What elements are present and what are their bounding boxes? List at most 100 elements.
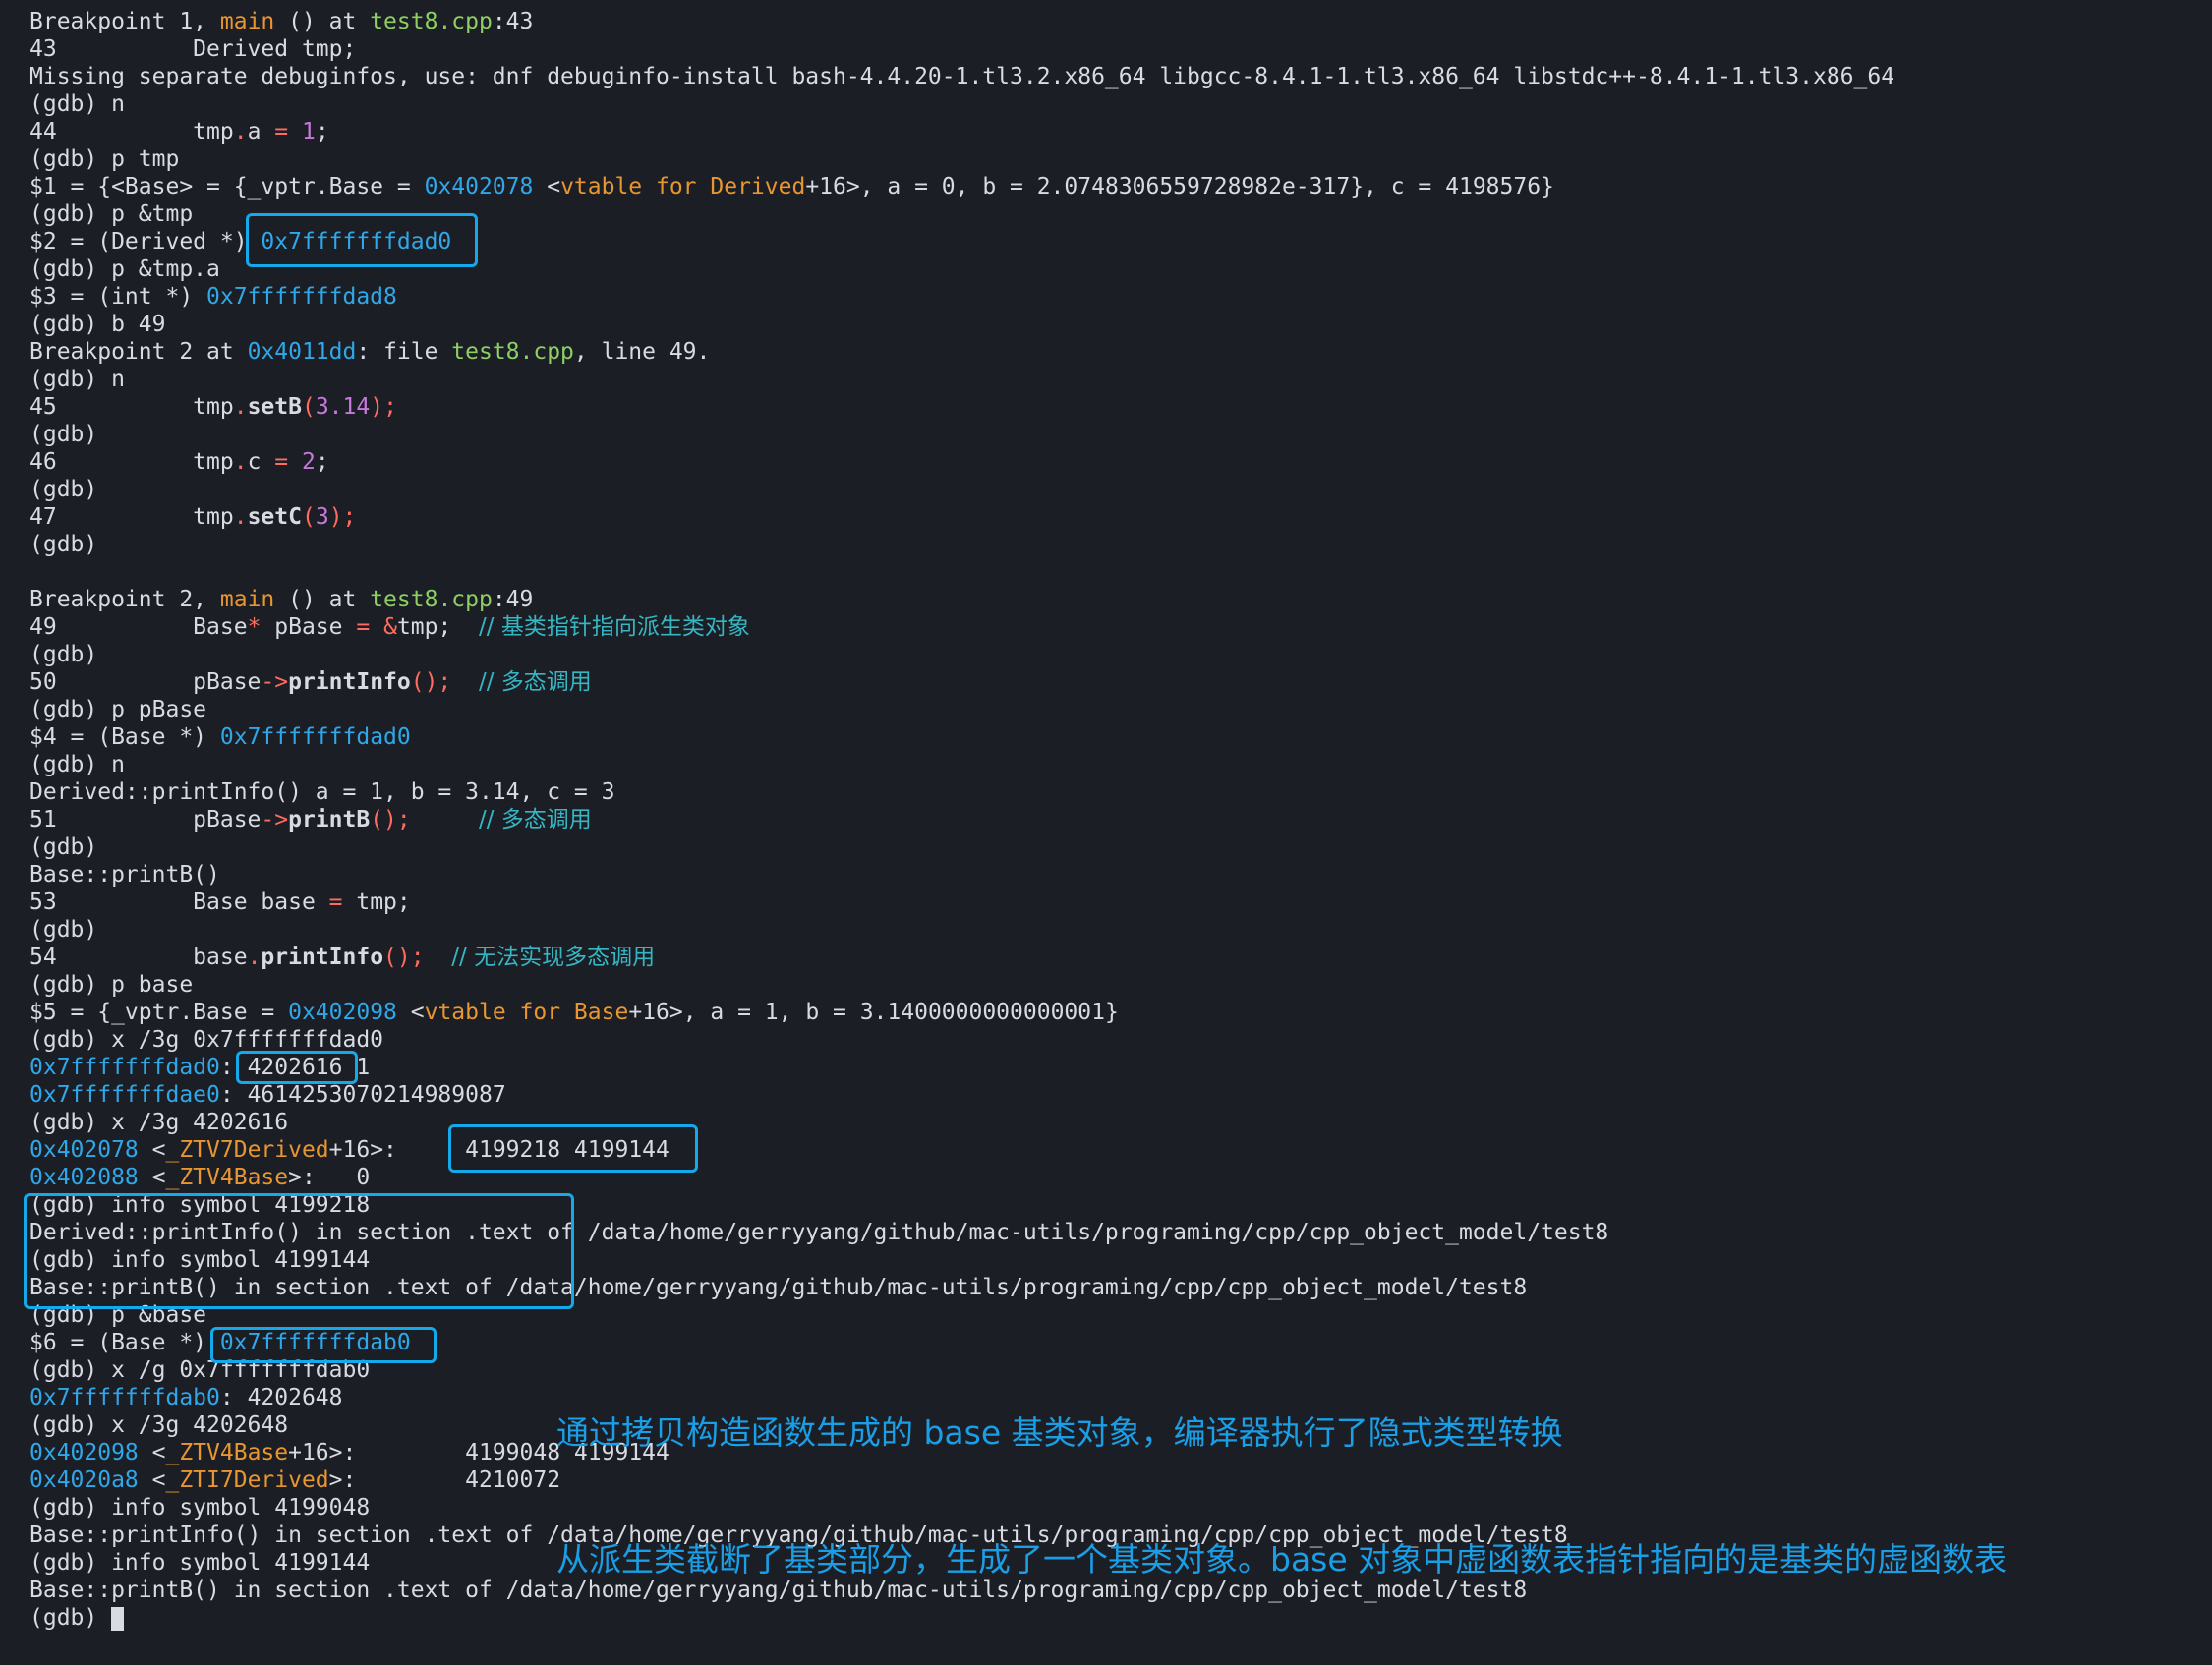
terminal-text-segment: pBase: [261, 614, 357, 640]
terminal-line: (gdb): [29, 476, 2212, 503]
terminal-line: (gdb) p pBase: [29, 696, 2212, 723]
terminal-text-segment: ();: [383, 945, 425, 970]
terminal-line: 49 Base* pBase = &tmp; // 基类指针指向派生类对象: [29, 613, 2212, 641]
terminal-text-segment: (gdb): [29, 477, 98, 502]
terminal-text-segment: ;: [315, 449, 329, 475]
terminal-text-segment: <: [396, 1000, 425, 1025]
terminal-text-segment: Base::printB() in section .text of /data…: [29, 1275, 1528, 1300]
terminal-text-segment: // 多态调用: [479, 807, 592, 832]
terminal-text-segment: <: [138, 1467, 166, 1493]
terminal-text-segment: _ZTV7Derived: [165, 1137, 329, 1163]
terminal-text-segment: $2 = (Derived *): [29, 229, 262, 255]
terminal-text-segment: ;: [315, 119, 329, 144]
terminal-text-segment: 46 tmp: [29, 449, 234, 475]
terminal-line: Derived::printInfo() a = 1, b = 3.14, c …: [29, 778, 2212, 806]
terminal-text-segment: (gdb) info symbol 4199144: [29, 1247, 371, 1273]
terminal-text-segment: $3 = (int *): [29, 284, 207, 310]
terminal-text-segment: _ZTV4Base: [165, 1440, 289, 1465]
terminal-text-segment: (gdb) info symbol 4199048: [29, 1495, 371, 1521]
terminal-text-segment: (gdb) p &base: [29, 1302, 207, 1328]
terminal-text-segment: // 基类指针指向派生类对象: [479, 614, 750, 640]
terminal-text-segment: () at: [274, 9, 371, 34]
terminal-text-segment: // 无法实现多态调用: [451, 945, 656, 970]
terminal-text-segment: 0x4011dd: [247, 339, 357, 365]
terminal-text-segment: 0x7fffffffdad0: [219, 724, 411, 750]
terminal-text-segment: (gdb) n: [29, 752, 125, 777]
terminal-text-segment: printInfo: [261, 945, 384, 970]
terminal-text-segment: .: [233, 449, 248, 475]
terminal-text-segment: <: [138, 1137, 166, 1163]
terminal-window[interactable]: Breakpoint 1, main () at test8.cpp:43 43 …: [0, 0, 2212, 1639]
terminal-line: $4 = (Base *) 0x7fffffffdad0: [29, 723, 2212, 751]
terminal-text-segment: 54 base: [29, 945, 248, 970]
terminal-line: (gdb) p &tmp: [29, 201, 2212, 228]
terminal-text-segment: 0x7fffffffdad0: [261, 229, 452, 255]
terminal-line: Base::printB(): [29, 861, 2212, 889]
terminal-text-segment: (gdb) x /3g 4202648: [29, 1412, 289, 1438]
terminal-line: (gdb) n: [29, 366, 2212, 393]
terminal-text-segment: (gdb) info symbol 4199144: [29, 1550, 371, 1576]
terminal-line: $2 = (Derived *) 0x7fffffffdad0: [29, 228, 2212, 256]
terminal-text-segment: main: [219, 587, 275, 612]
terminal-text-segment: : 4614253070214989087: [219, 1082, 506, 1108]
terminal-text-segment: .: [233, 119, 248, 144]
terminal-text-segment: .: [247, 945, 262, 970]
terminal-text-segment: main: [219, 9, 275, 34]
terminal-line: (gdb): [29, 421, 2212, 448]
terminal-text-segment: (gdb) p base: [29, 972, 194, 998]
terminal-line: (gdb) info symbol 4199218: [29, 1191, 2212, 1219]
terminal-text-segment: setC: [247, 504, 302, 530]
terminal-text-segment: );: [328, 504, 357, 530]
terminal-line: 45 tmp.setB(3.14);: [29, 393, 2212, 421]
terminal-text-segment: :49: [492, 587, 534, 612]
terminal-text-segment: <: [533, 174, 561, 200]
terminal-text-segment: 0x7fffffffdad8: [206, 284, 397, 310]
terminal-cursor[interactable]: [111, 1606, 125, 1631]
terminal-line: 53 Base base = tmp;: [29, 889, 2212, 916]
terminal-text-segment: $5 = {_vptr.Base =: [29, 1000, 289, 1025]
terminal-text-segment: (gdb) p tmp: [29, 146, 180, 172]
terminal-line: (gdb): [29, 833, 2212, 861]
terminal-text-segment: Derived::printInfo() in section .text of…: [29, 1220, 1609, 1245]
terminal-line: (gdb): [29, 531, 2212, 558]
terminal-text-segment: (gdb) p &tmp: [29, 201, 194, 227]
terminal-text-segment: 44 tmp: [29, 119, 234, 144]
terminal-text-segment: (gdb): [29, 422, 98, 447]
terminal-text-segment: 3: [315, 504, 329, 530]
terminal-text-segment: );: [370, 394, 397, 420]
terminal-line: (gdb) b 49: [29, 311, 2212, 338]
terminal-text-segment: , line 49.: [573, 339, 711, 365]
terminal-text-segment: ();: [410, 669, 452, 695]
terminal-text-segment: 0x4020a8: [29, 1467, 139, 1493]
terminal-text-segment: ->: [261, 669, 289, 695]
terminal-text-segment: : 4202616 1: [219, 1055, 371, 1080]
terminal-text-segment: Breakpoint 2 at: [29, 339, 248, 365]
terminal-line: Breakpoint 1, main () at test8.cpp:43: [29, 8, 2212, 35]
terminal-text-segment: =: [356, 614, 371, 640]
terminal-line: 54 base.printInfo(); // 无法实现多态调用: [29, 944, 2212, 971]
terminal-text-segment: (gdb) info symbol 4199218: [29, 1192, 371, 1218]
terminal-text-segment: : 4202648: [219, 1385, 343, 1410]
terminal-text-segment: <: [138, 1165, 166, 1190]
terminal-line: (gdb) p base: [29, 971, 2212, 999]
annotation-note: 通过拷贝构造函数生成的 base 基类对象，编译器执行了隐式类型转换 从派生类截…: [556, 1327, 2007, 1665]
terminal-line: (gdb) x /3g 0x7fffffffdad0: [29, 1026, 2212, 1054]
terminal-text-segment: Missing separate debuginfos, use: dnf de…: [29, 64, 1895, 89]
terminal-line: (gdb) p tmp: [29, 145, 2212, 173]
terminal-text-segment: .: [233, 394, 248, 420]
terminal-line: 44 tmp.a = 1;: [29, 118, 2212, 145]
terminal-line: (gdb) p &base: [29, 1301, 2212, 1329]
terminal-text-segment: (gdb) x /3g 0x7fffffffdad0: [29, 1027, 384, 1053]
terminal-text-segment: setB: [247, 394, 302, 420]
terminal-text-segment: 0x402078: [424, 174, 534, 200]
terminal-text-segment: 45 tmp: [29, 394, 234, 420]
terminal-line: (gdb) p &tmp.a: [29, 256, 2212, 283]
terminal-line: $1 = {<Base> = {_vptr.Base = 0x402078 <v…: [29, 173, 2212, 201]
terminal-text-segment: (gdb): [29, 1605, 112, 1631]
terminal-text-segment: 51 pBase: [29, 807, 262, 832]
terminal-line: (gdb) n: [29, 751, 2212, 778]
terminal-line: Missing separate debuginfos, use: dnf de…: [29, 63, 2212, 90]
